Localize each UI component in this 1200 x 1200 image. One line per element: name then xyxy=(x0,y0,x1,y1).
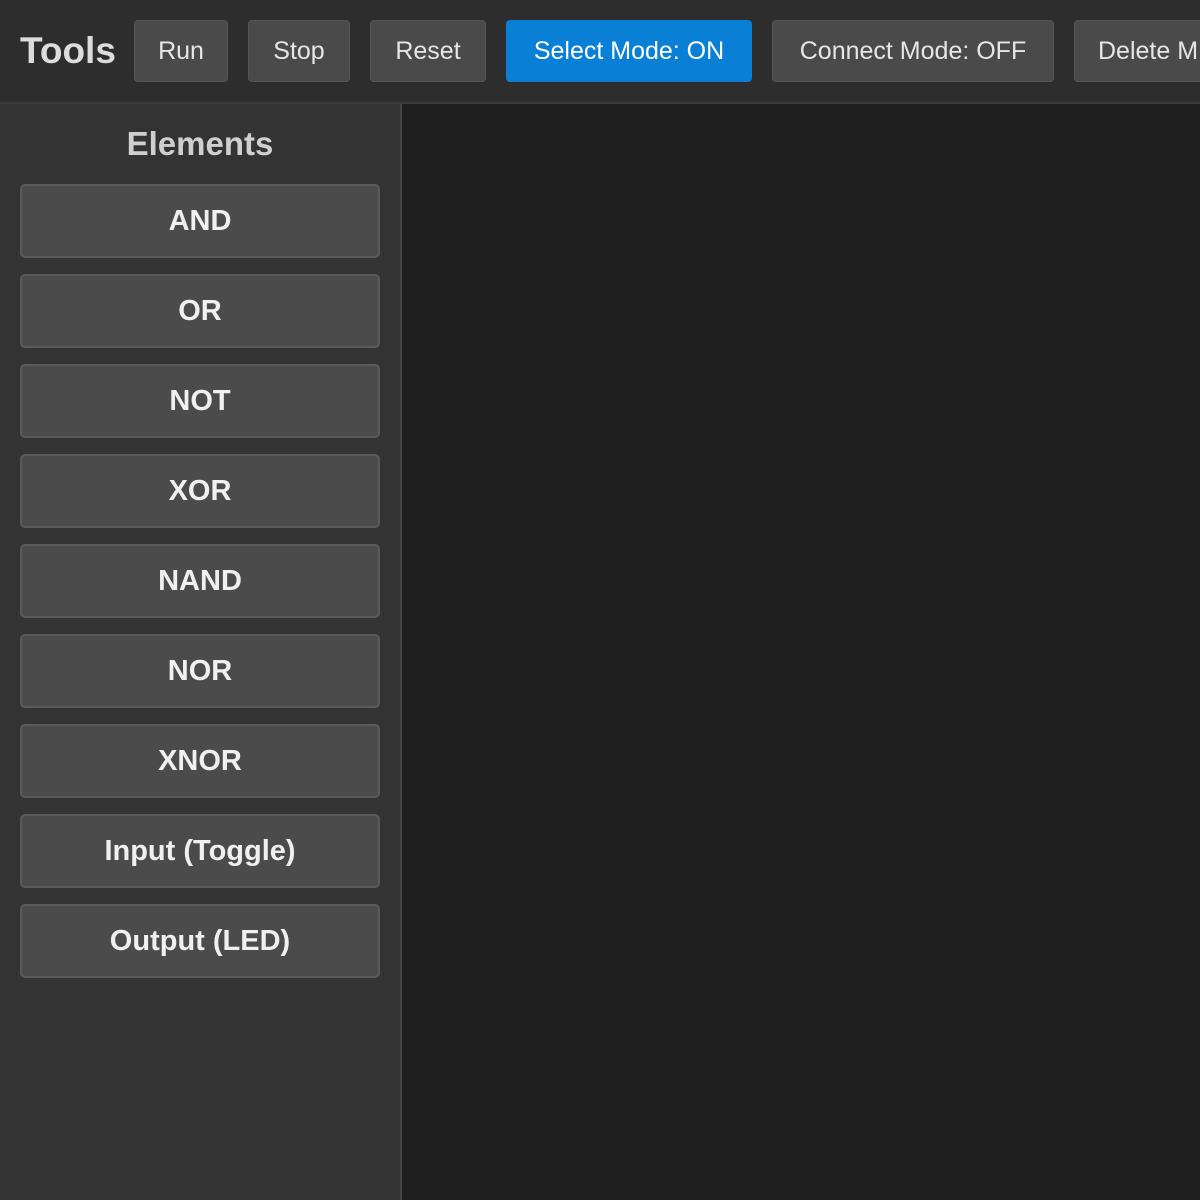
element-button-xor[interactable]: XOR xyxy=(20,454,380,528)
element-button-input[interactable]: Input (Toggle) xyxy=(20,814,380,888)
delete-mode-button[interactable]: Delete M xyxy=(1074,20,1200,82)
connect-mode-button[interactable]: Connect Mode: OFF xyxy=(772,20,1054,82)
toolbar: Tools Run Stop Reset Select Mode: ON Con… xyxy=(0,0,1200,104)
stop-button[interactable]: Stop xyxy=(248,20,350,82)
element-button-output[interactable]: Output (LED) xyxy=(20,904,380,978)
element-button-nor[interactable]: NOR xyxy=(20,634,380,708)
reset-button[interactable]: Reset xyxy=(370,20,486,82)
element-button-not[interactable]: NOT xyxy=(20,364,380,438)
run-button[interactable]: Run xyxy=(134,20,228,82)
toolbar-title: Tools xyxy=(20,30,116,71)
element-button-xnor[interactable]: XNOR xyxy=(20,724,380,798)
element-button-and[interactable]: AND xyxy=(20,184,380,258)
element-button-or[interactable]: OR xyxy=(20,274,380,348)
element-button-nand[interactable]: NAND xyxy=(20,544,380,618)
sidebar-title: Elements xyxy=(126,125,274,162)
logic-simulator-app: Tools Run Stop Reset Select Mode: ON Con… xyxy=(0,0,1200,1200)
select-mode-button[interactable]: Select Mode: ON xyxy=(506,20,752,82)
circuit-canvas[interactable] xyxy=(402,104,1200,1200)
elements-sidebar: Elements AND OR NOT XOR NAND NOR XNOR In… xyxy=(0,104,402,1200)
